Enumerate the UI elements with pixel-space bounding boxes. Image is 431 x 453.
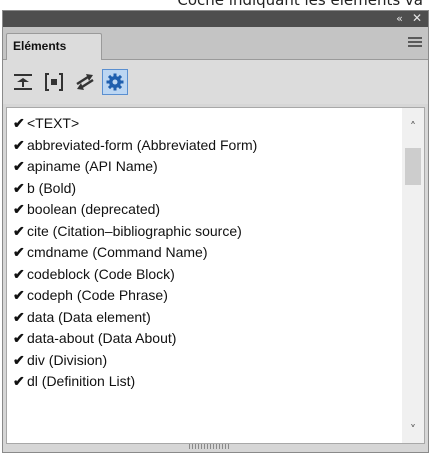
list-item[interactable]: ✔ dl (Definition List) [7,371,402,393]
list-item-label: div (Division) [27,351,108,368]
check-icon: ✔ [13,351,25,368]
check-icon: ✔ [13,373,25,389]
scrollbar-thumb[interactable] [405,148,421,185]
list-item[interactable]: ✔ cmdname (Command Name) [7,242,402,264]
elements-toolbar [3,60,428,104]
list-item[interactable]: ✔ boolean (deprecated) [7,199,402,221]
list-item-label: codeblock (Code Block) [27,265,175,282]
list-item-label: cite (Citation–bibliographic source) [27,222,242,239]
list-item[interactable]: ✔ abbreviated-form (Abbreviated Form) [7,135,402,157]
list-item-label: abbreviated-form (Abbreviated Form) [27,136,258,153]
list-item[interactable]: ✔ data-about (Data About) [7,328,402,350]
list-item-label: boolean (deprecated) [27,201,161,217]
vertical-scrollbar[interactable]: ˄ ˅ [402,108,424,443]
list-item[interactable]: ✔ <TEXT> [7,113,402,135]
list-item[interactable]: ✔ div (Division) [7,350,402,372]
check-icon: ✔ [13,115,25,131]
check-icon: ✔ [13,244,25,260]
scroll-up-icon[interactable]: ˄ [402,116,424,138]
list-item-label: codeph (Code Phrase) [27,287,168,303]
list-item[interactable]: ✔ cite (Citation–bibliographic source) [7,221,402,243]
panel-titlebar: « ✕ [3,11,428,27]
gear-settings-icon[interactable] [102,69,128,95]
elements-list-box: ✔ <TEXT> ✔ abbreviated-form (Abbreviated F… [6,107,425,444]
close-icon[interactable]: ✕ [410,11,424,27]
list-item[interactable]: ✔ codeblock (Code Block) [7,264,402,286]
list-item[interactable]: ✔ apiname (API Name) [7,156,402,178]
check-icon: ✔ [13,330,25,346]
list-item-label: data-about (Data About) [27,330,177,346]
double-chevron-left-icon[interactable]: « [392,11,406,27]
check-icon: ✔ [13,308,25,325]
check-icon: ✔ [13,179,25,196]
check-icon: ✔ [13,222,25,239]
elements-panel: « ✕ Eléments ✔ <TEXT> ✔ abbreviated-form… [2,10,429,453]
elements-list: ✔ <TEXT> ✔ abbreviated-form (Abbreviated F… [7,113,402,393]
list-item-label: dl (Definition List) [27,373,136,389]
collapse-rows-icon[interactable] [10,69,36,95]
check-icon: ✔ [13,136,25,153]
list-item-label: data (Data element) [27,308,151,325]
panel-menu-icon[interactable] [408,37,422,48]
list-item-label: b (Bold) [27,179,77,196]
scroll-down-icon[interactable]: ˅ [402,419,424,441]
list-item-label: apiname (API Name) [27,158,158,174]
list-item[interactable]: ✔ data (Data element) [7,307,402,329]
list-item[interactable]: ✔ codeph (Code Phrase) [7,285,402,307]
panel-tab-row: Eléments [3,27,428,60]
bracketed-element-icon[interactable] [41,69,67,95]
resize-grip[interactable] [189,444,229,449]
list-item-label: cmdname (Command Name) [27,244,208,260]
tab-elements[interactable]: Eléments [6,33,102,60]
swap-arrows-icon[interactable] [72,69,98,95]
list-item-label: <TEXT> [27,115,80,131]
caption-text: Coche indiquant les éléments va [177,0,423,9]
check-icon: ✔ [13,201,25,217]
list-item[interactable]: ✔ b (Bold) [7,178,402,200]
check-icon: ✔ [13,287,25,303]
check-icon: ✔ [13,265,25,282]
check-icon: ✔ [13,158,25,174]
